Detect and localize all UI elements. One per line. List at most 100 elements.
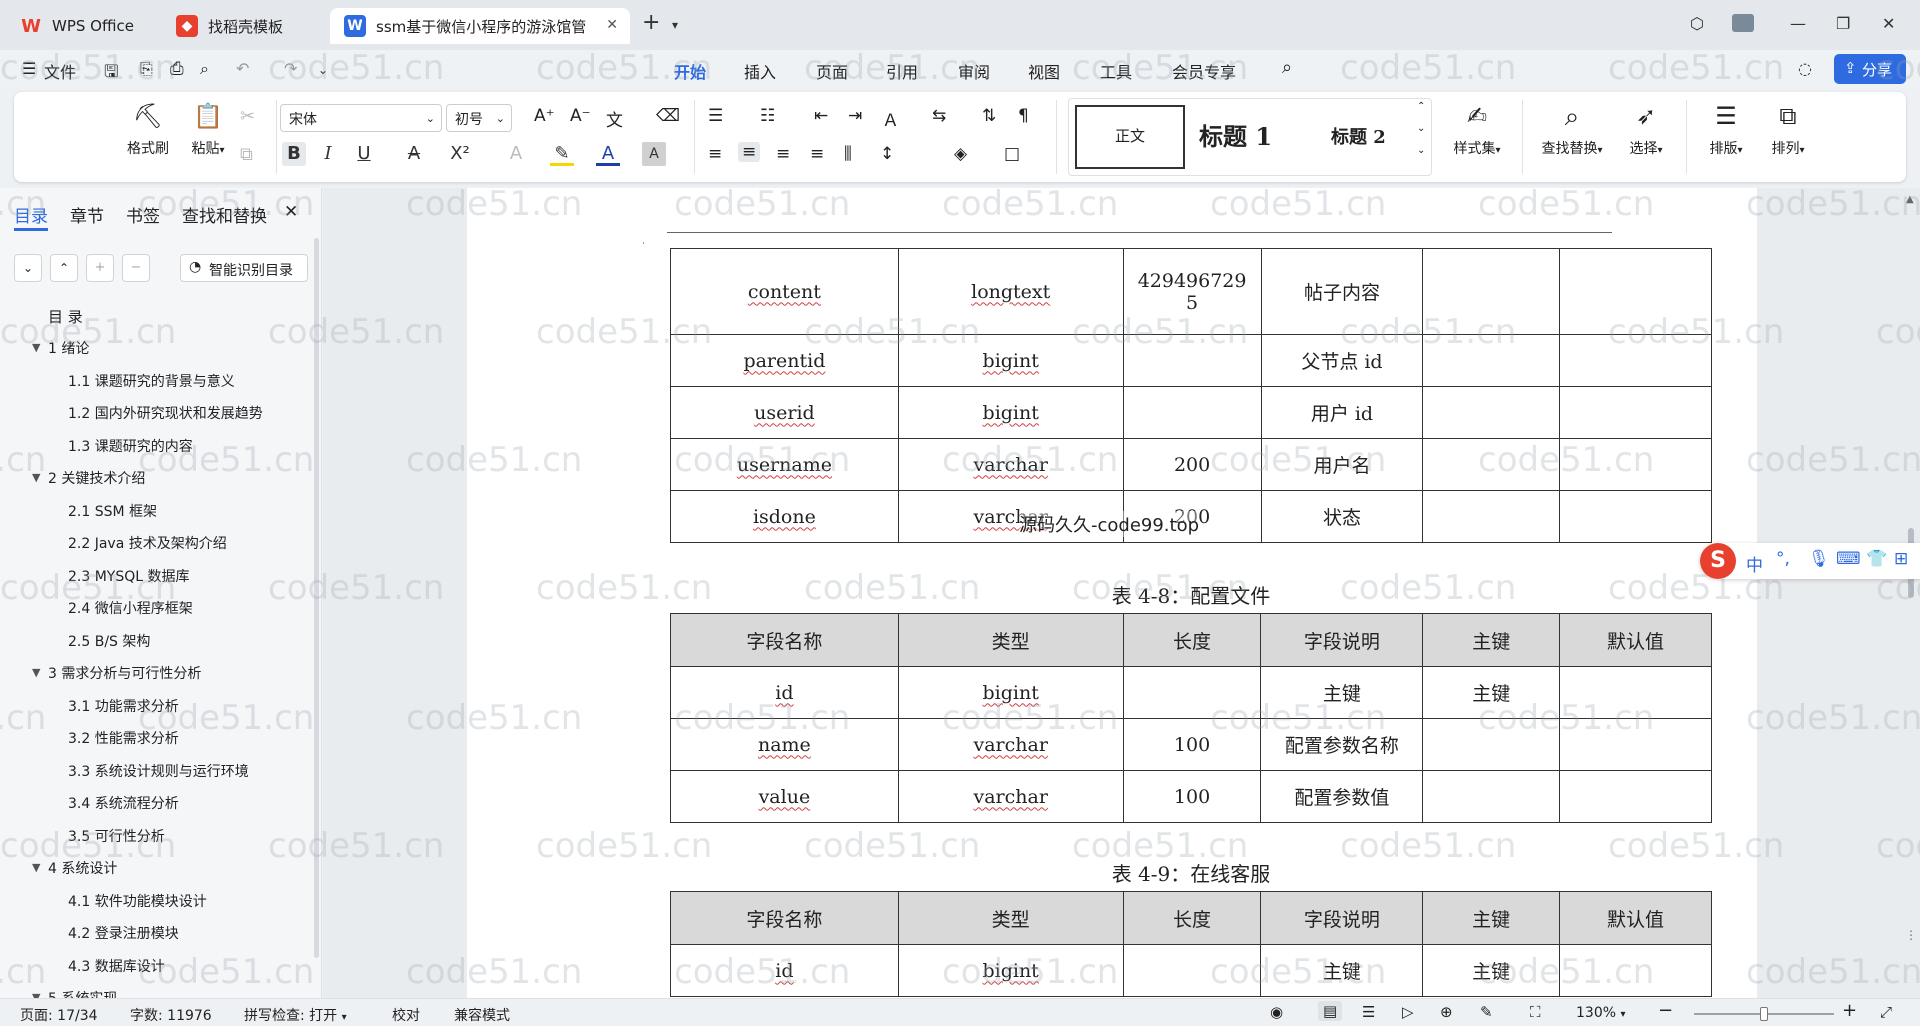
restore-icon[interactable]: ❐ <box>1836 14 1850 33</box>
ime-lang-toggle[interactable]: 中 <box>1746 551 1763 576</box>
outline-view-icon[interactable]: ☰ <box>1362 1003 1375 1021</box>
table-cell[interactable]: 100 <box>1122 770 1262 823</box>
cube-icon[interactable]: ⬡ <box>1690 14 1704 33</box>
new-tab-icon[interactable]: + <box>642 10 660 35</box>
gallery-up-icon[interactable]: ⌃ <box>1417 101 1425 112</box>
page-view-icon[interactable]: ▤ <box>1318 1001 1343 1021</box>
add-icon[interactable]: + <box>86 254 114 282</box>
apps-grid-icon[interactable]: ⊞ <box>1894 549 1908 569</box>
sidebar-tab-find[interactable]: 查找和替换 <box>182 202 267 227</box>
table-cell[interactable]: 配置参数值 <box>1260 770 1424 823</box>
numbered-list-icon[interactable]: ☷ <box>760 106 775 126</box>
word-count[interactable]: 字数: 11976 <box>130 1005 212 1025</box>
line-spacing-icon[interactable]: ↕ <box>880 144 894 164</box>
table-cell[interactable]: id <box>670 666 899 719</box>
column-header[interactable]: 字段说明 <box>1260 891 1424 945</box>
sidebar-scrollbar[interactable] <box>314 238 319 958</box>
toc-item[interactable]: 4.1 软件功能模块设计 <box>68 891 207 911</box>
menu-view[interactable]: 视图 <box>1028 59 1060 83</box>
font-color-icon[interactable]: A <box>596 142 620 166</box>
close-window-icon[interactable]: ✕ <box>1882 14 1895 33</box>
tab-template[interactable]: ◆ 找稻壳模板 <box>162 8 322 44</box>
table-cell[interactable]: content <box>670 248 899 335</box>
table-cell[interactable] <box>1422 386 1561 439</box>
table-cell[interactable] <box>1422 248 1561 335</box>
menu-file[interactable]: 文件 <box>44 59 76 83</box>
toc-item[interactable]: 3.1 功能需求分析 <box>68 696 179 716</box>
column-header[interactable]: 字段说明 <box>1260 613 1424 667</box>
table-cell[interactable]: 主键 <box>1422 666 1561 719</box>
menu-tools[interactable]: 工具 <box>1100 59 1132 83</box>
copy-icon[interactable]: ⧉ <box>240 144 253 165</box>
gallery-down-icon[interactable]: ⌄ <box>1417 123 1425 134</box>
bullet-list-icon[interactable]: ☰ <box>708 106 723 126</box>
toc-item[interactable]: 2.1 SSM 框架 <box>68 501 157 521</box>
menu-reference[interactable]: 引用 <box>886 59 918 83</box>
print-preview-icon[interactable]: ⌕ <box>200 59 209 79</box>
table-cell[interactable]: value <box>670 770 899 823</box>
sidebar-tab-chapters[interactable]: 章节 <box>70 202 104 227</box>
select-button[interactable]: ➶ 选择▾ <box>1618 102 1674 158</box>
toc-item[interactable]: 3.3 系统设计规则与运行环境 <box>68 761 249 781</box>
table-cell[interactable] <box>1559 248 1712 335</box>
style-set-button[interactable]: ✍ 样式集▾ <box>1444 102 1510 158</box>
bold-icon[interactable]: B <box>282 142 306 166</box>
close-pane-icon[interactable]: ✕ <box>284 202 298 222</box>
toc-item[interactable]: 4.2 登录注册模块 <box>68 923 179 943</box>
font-name-select[interactable]: 宋体 ⌄ <box>280 104 442 132</box>
char-shading-icon[interactable]: A <box>642 142 666 166</box>
tab-wps-office[interactable]: W WPS Office <box>6 8 154 44</box>
column-header[interactable]: 类型 <box>897 613 1124 667</box>
print-icon[interactable]: ⎙ <box>170 59 184 79</box>
style-heading-1[interactable]: 标题 1 <box>1199 117 1272 152</box>
toc-item[interactable]: 4.3 数据库设计 <box>68 956 165 976</box>
search-icon[interactable]: ⌕ <box>1282 57 1292 78</box>
sidebar-tab-toc[interactable]: 目录 <box>14 202 48 227</box>
table-cell[interactable]: varchar <box>897 770 1124 823</box>
table-cell[interactable]: varchar <box>897 438 1124 491</box>
table-cell[interactable]: 用户名 <box>1260 438 1424 491</box>
column-header[interactable]: 字段名称 <box>670 613 899 667</box>
cut-icon[interactable]: ✂ <box>240 106 255 127</box>
table-cell[interactable]: 主键 <box>1260 944 1424 997</box>
undo-icon[interactable]: ↶ <box>236 59 249 78</box>
toc-expand-icon[interactable]: ▼ <box>32 471 40 484</box>
column-header[interactable]: 长度 <box>1122 613 1262 667</box>
font-size-select[interactable]: 初号 ⌄ <box>446 104 512 132</box>
avatar[interactable] <box>1732 14 1754 32</box>
arrange-button[interactable]: ⧉ 排列▾ <box>1760 102 1816 158</box>
ime-logo-icon[interactable]: S <box>1700 543 1736 579</box>
table-cell[interactable]: 用户 id <box>1260 386 1424 439</box>
table-cell[interactable]: varchar <box>897 718 1124 771</box>
toc-item[interactable]: 3.4 系统流程分析 <box>68 793 179 813</box>
table-cell[interactable]: 状态 <box>1260 490 1424 543</box>
table-cell[interactable]: userid <box>670 386 899 439</box>
table-cell[interactable]: 429496729 5 <box>1122 248 1262 335</box>
sidebar-tab-bookmarks[interactable]: 书签 <box>126 202 160 227</box>
table-cell[interactable] <box>1559 438 1712 491</box>
table-cell[interactable] <box>1422 770 1561 823</box>
column-header[interactable]: 长度 <box>1122 891 1262 945</box>
table-cell[interactable]: id <box>670 944 899 997</box>
increase-indent-icon[interactable]: ⇥ <box>848 106 862 126</box>
web-view-icon[interactable]: ⊕ <box>1440 1003 1453 1021</box>
column-header[interactable]: 默认值 <box>1559 613 1712 667</box>
fit-page-icon[interactable]: ⛶ <box>1530 1003 1541 1021</box>
minimize-icon[interactable]: — <box>1790 14 1806 33</box>
proofread-button[interactable]: 校对 <box>392 1005 420 1025</box>
text-direction-icon[interactable]: Ａ <box>882 106 899 131</box>
table-cell[interactable]: username <box>670 438 899 491</box>
toc-item[interactable]: 2.5 B/S 架构 <box>68 631 150 651</box>
menu-review[interactable]: 审阅 <box>958 59 990 83</box>
redo-icon[interactable]: ↷ <box>284 59 297 78</box>
toc-item[interactable]: 3 需求分析与可行性分析 <box>48 663 201 683</box>
eye-protect-icon[interactable]: ◉ <box>1270 1003 1283 1021</box>
find-replace-button[interactable]: ⌕ 查找替换▾ <box>1534 102 1610 158</box>
show-marks-icon[interactable]: ¶ <box>1018 106 1029 126</box>
table-cell[interactable] <box>1559 386 1712 439</box>
align-left-icon[interactable]: ≡ <box>708 144 722 164</box>
collapse-icon[interactable]: ⌄ <box>14 254 42 282</box>
pen-icon[interactable]: ✎ <box>1480 1003 1493 1021</box>
tab-document[interactable]: W ssm基于微信小程序的游泳馆管 ✕ <box>330 8 630 44</box>
table-cell[interactable] <box>1422 718 1561 771</box>
